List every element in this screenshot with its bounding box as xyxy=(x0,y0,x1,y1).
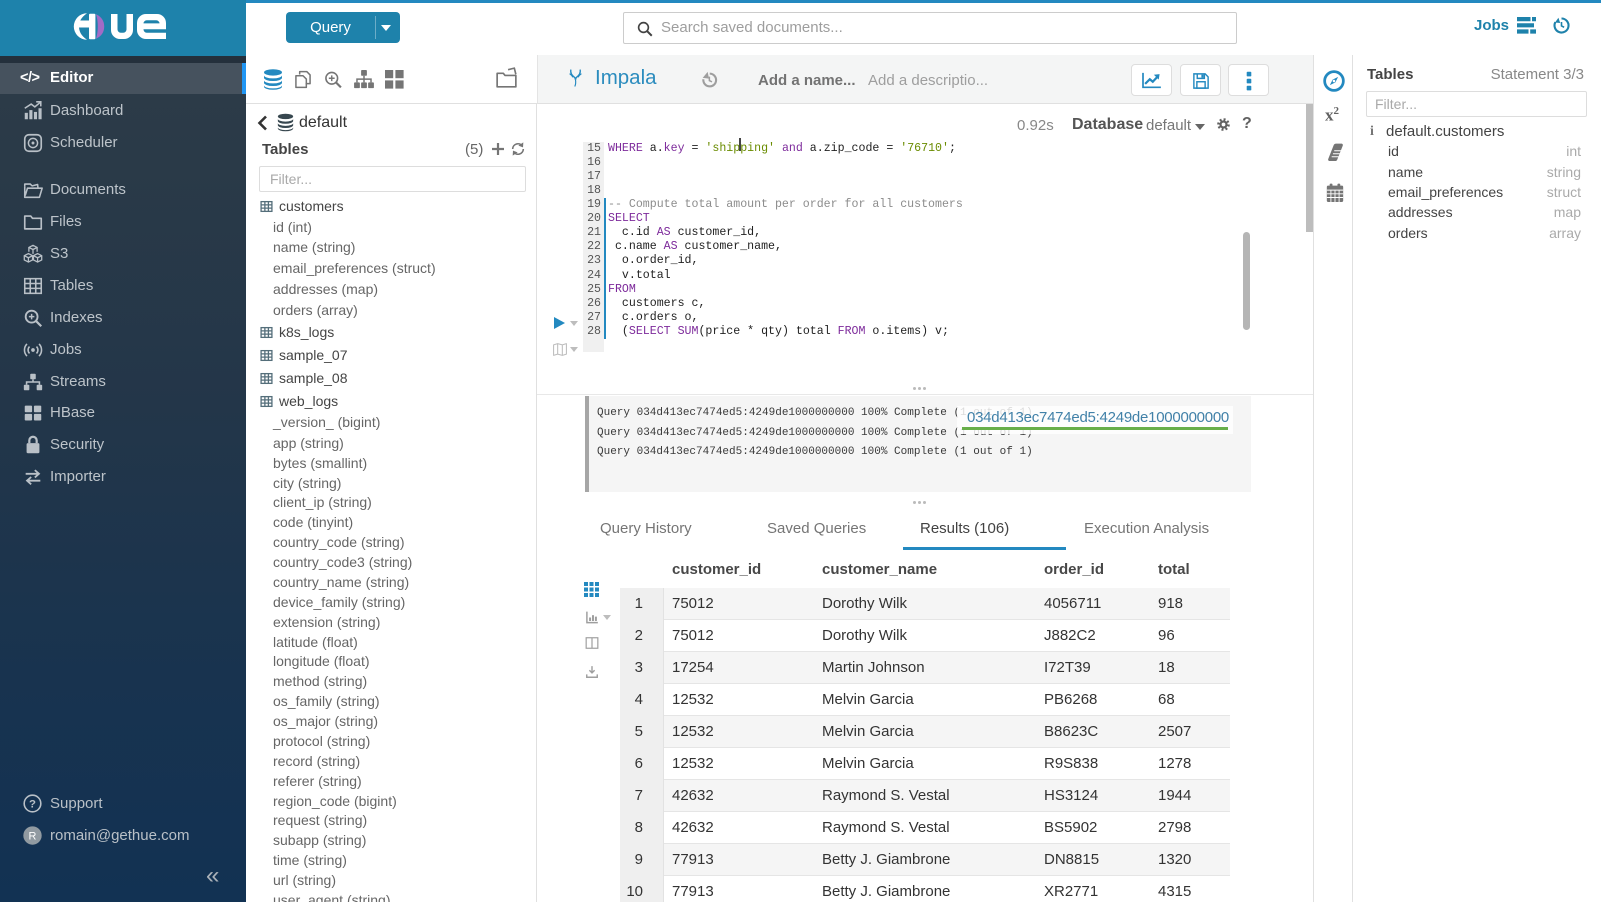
svg-text:R: R xyxy=(29,831,37,843)
svg-text:?: ? xyxy=(29,799,36,811)
